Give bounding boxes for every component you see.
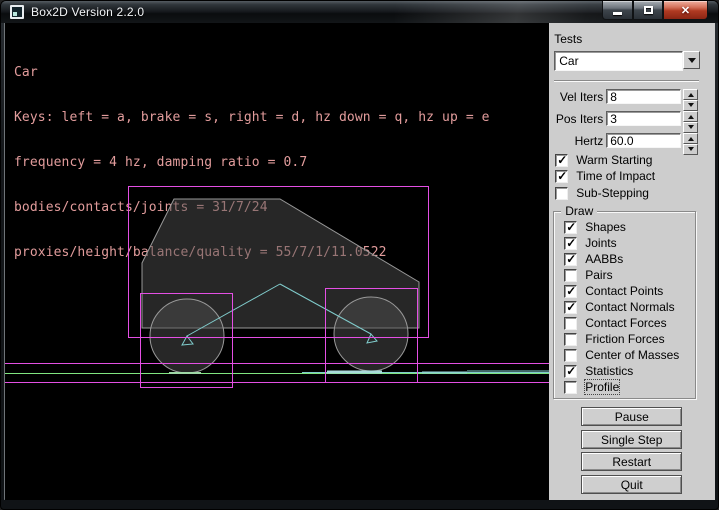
hertz-label: Hertz bbox=[549, 134, 606, 148]
toggle-friction-forces[interactable]: Friction Forces bbox=[564, 332, 664, 346]
maximize-icon bbox=[644, 6, 653, 14]
minimize-icon bbox=[613, 12, 622, 15]
test-select-dropdown[interactable]: Car bbox=[554, 51, 700, 71]
vel-iters-row: Vel Iters bbox=[549, 89, 698, 104]
arrow-down-icon bbox=[688, 147, 694, 154]
draw-groupbox: Draw Shapes Joints AABBs Pairs bbox=[553, 211, 696, 399]
maximize-button[interactable] bbox=[633, 1, 663, 20]
statistics-checkbox[interactable] bbox=[564, 365, 577, 378]
profile-checkbox[interactable] bbox=[564, 381, 577, 394]
debug-draw-layer bbox=[5, 23, 549, 500]
toggle-contact-forces[interactable]: Contact Forces bbox=[564, 316, 666, 330]
spinner-down-button[interactable] bbox=[683, 144, 698, 155]
chevron-down-icon bbox=[688, 58, 696, 67]
close-icon: ✕ bbox=[681, 4, 690, 17]
separator bbox=[554, 80, 699, 82]
dropdown-button[interactable] bbox=[683, 51, 700, 69]
app-window: Box2D Version 2.2.0 ✕ Car Keys: left = a… bbox=[0, 0, 719, 510]
vel-iters-input[interactable] bbox=[606, 89, 681, 104]
friction-forces-checkbox[interactable] bbox=[564, 333, 577, 346]
control-panel: Tests Car Vel Iters Pos Iters bbox=[549, 23, 715, 500]
toggle-shapes[interactable]: Shapes bbox=[564, 220, 626, 234]
aabbs-checkbox[interactable] bbox=[564, 253, 577, 266]
close-button[interactable]: ✕ bbox=[663, 1, 708, 20]
pos-iters-label: Pos Iters bbox=[549, 112, 606, 126]
contact-points-checkbox[interactable] bbox=[564, 285, 577, 298]
quit-button[interactable]: Quit bbox=[581, 475, 682, 494]
test-select-value[interactable]: Car bbox=[554, 51, 683, 71]
draw-legend: Draw bbox=[561, 204, 597, 218]
toggle-center-of-masses[interactable]: Center of Masses bbox=[564, 348, 679, 362]
pos-iters-spinner bbox=[683, 111, 698, 126]
sub-stepping-checkbox[interactable] bbox=[555, 187, 568, 200]
center-of-masses-checkbox[interactable] bbox=[564, 349, 577, 362]
single-step-button[interactable]: Single Step bbox=[581, 430, 682, 449]
spinner-up-button[interactable] bbox=[683, 89, 698, 100]
toggle-time-of-impact[interactable]: Time of Impact bbox=[555, 169, 655, 183]
app-icon bbox=[10, 5, 24, 19]
joints-checkbox[interactable] bbox=[564, 237, 577, 250]
title-bar[interactable]: Box2D Version 2.2.0 ✕ bbox=[1, 1, 718, 23]
warm-starting-checkbox[interactable] bbox=[555, 154, 568, 167]
toggle-statistics[interactable]: Statistics bbox=[564, 364, 633, 378]
tests-label: Tests bbox=[554, 32, 582, 46]
arrow-up-icon bbox=[688, 134, 694, 141]
pause-button[interactable]: Pause bbox=[581, 407, 682, 426]
pos-iters-input[interactable] bbox=[606, 111, 681, 126]
time-of-impact-checkbox[interactable] bbox=[555, 170, 568, 183]
spinner-up-button[interactable] bbox=[683, 111, 698, 122]
pairs-checkbox[interactable] bbox=[564, 269, 577, 282]
contact-normals-checkbox[interactable] bbox=[564, 301, 577, 314]
toggle-aabbs[interactable]: AABBs bbox=[564, 252, 623, 266]
arrow-up-icon bbox=[688, 90, 694, 97]
restart-button[interactable]: Restart bbox=[581, 452, 682, 471]
toggle-joints[interactable]: Joints bbox=[564, 236, 616, 250]
toggle-contact-normals[interactable]: Contact Normals bbox=[564, 300, 674, 314]
hertz-row: Hertz bbox=[549, 133, 698, 148]
hertz-input[interactable] bbox=[606, 133, 681, 148]
toggle-sub-stepping[interactable]: Sub-Stepping bbox=[555, 186, 649, 200]
toggle-pairs[interactable]: Pairs bbox=[564, 268, 612, 282]
arrow-down-icon bbox=[688, 125, 694, 132]
shapes-checkbox[interactable] bbox=[564, 221, 577, 234]
minimize-button[interactable] bbox=[602, 1, 633, 20]
vel-iters-spinner bbox=[683, 89, 698, 104]
window-title: Box2D Version 2.2.0 bbox=[31, 5, 144, 19]
hertz-spinner bbox=[683, 133, 698, 148]
simulation-canvas[interactable]: Car Keys: left = a, brake = s, right = d… bbox=[5, 23, 549, 500]
spinner-down-button[interactable] bbox=[683, 100, 698, 111]
arrow-up-icon bbox=[688, 112, 694, 119]
toggle-contact-points[interactable]: Contact Points bbox=[564, 284, 663, 298]
contact-forces-checkbox[interactable] bbox=[564, 317, 577, 330]
vel-iters-label: Vel Iters bbox=[549, 90, 606, 104]
spinner-up-button[interactable] bbox=[683, 133, 698, 144]
arrow-down-icon bbox=[688, 103, 694, 110]
toggle-profile[interactable]: Profile bbox=[564, 380, 619, 394]
pos-iters-row: Pos Iters bbox=[549, 111, 698, 126]
toggle-warm-starting[interactable]: Warm Starting bbox=[555, 153, 652, 167]
spinner-down-button[interactable] bbox=[683, 122, 698, 133]
